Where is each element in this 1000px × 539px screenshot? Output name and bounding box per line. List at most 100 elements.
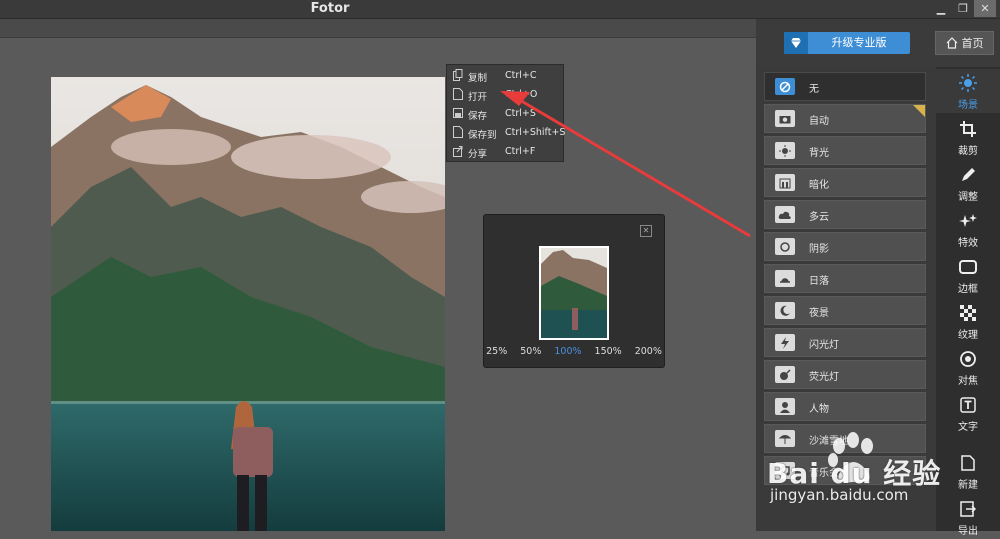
baidu-watermark: Bai du 经验 jingyan.baidu.com <box>765 424 1000 531</box>
shadow-icon <box>775 238 795 255</box>
scene-item-sunset[interactable]: 日落 <box>764 264 926 293</box>
fluorescent-icon <box>775 366 795 383</box>
tool-label: 调整 <box>958 192 978 203</box>
menu-item-share[interactable]: 分享 Ctrl+F <box>447 142 563 161</box>
menu-item-label: 保存到 <box>468 130 497 141</box>
minimize-button[interactable]: ▁ <box>930 0 952 17</box>
context-menu: 复制 Ctrl+C 打开 Ctrl+O 保存 Ctrl+S 保存到 Ctrl+S… <box>446 64 566 162</box>
scene-label: 日落 <box>809 276 829 287</box>
premium-star-icon <box>913 105 925 117</box>
scene-label: 夜景 <box>809 308 829 319</box>
scene-item-cloudy[interactable]: 多云 <box>764 200 926 229</box>
scene-label: 背光 <box>809 148 829 159</box>
text-icon <box>958 395 978 415</box>
scene-item-night[interactable]: 夜景 <box>764 296 926 325</box>
file-icon <box>453 88 463 100</box>
scene-label: 荧光灯 <box>809 372 839 383</box>
none-icon <box>775 78 795 95</box>
scene-item-portrait[interactable]: 人物 <box>764 392 926 421</box>
zoom-100[interactable]: 100% <box>554 346 581 357</box>
zoom-150[interactable]: 150% <box>595 346 622 357</box>
sunset-icon <box>775 270 795 287</box>
tool-adjust[interactable]: 调整 <box>936 161 1000 205</box>
tool-label: 纹理 <box>958 330 978 341</box>
scene-item-shadow[interactable]: 阴影 <box>764 232 926 261</box>
scene-label: 自动 <box>809 116 829 127</box>
focus-icon <box>958 349 978 369</box>
sun-icon <box>958 73 978 93</box>
menu-item-save-as[interactable]: 保存到 Ctrl+Shift+S <box>447 123 566 142</box>
menu-item-label: 复制 <box>468 73 488 84</box>
menu-item-shortcut: Ctrl+F <box>505 146 536 157</box>
zoom-50[interactable]: 50% <box>520 346 541 357</box>
tool-label: 对焦 <box>958 376 978 387</box>
app-title: Fotor <box>310 1 350 16</box>
upgrade-button[interactable]: 升级专业版 <box>784 32 910 54</box>
photo-canvas[interactable] <box>51 77 445 531</box>
tool-label: 裁剪 <box>958 146 978 157</box>
scene-label: 暗化 <box>809 180 829 191</box>
scene-item-darken[interactable]: 暗化 <box>764 168 926 197</box>
upgrade-label: 升级专业版 <box>831 36 887 49</box>
menu-item-label: 保存 <box>468 111 488 122</box>
watermark-url: jingyan.baidu.com <box>770 486 909 504</box>
flash-icon <box>775 334 795 351</box>
restore-button[interactable]: ❐ <box>952 0 974 17</box>
camera-icon <box>775 110 795 127</box>
scene-item-fluorescent[interactable]: 荧光灯 <box>764 360 926 389</box>
tool-focus[interactable]: 对焦 <box>936 345 1000 389</box>
menu-item-shortcut: Ctrl+O <box>505 89 538 100</box>
zoom-levels: 25% 50% 100% 150% 200% <box>484 346 664 357</box>
tool-label: 场景 <box>958 100 978 111</box>
sparkle-icon <box>958 211 978 231</box>
scene-item-auto[interactable]: 自动 <box>764 104 926 133</box>
title-bar: Fotor ▁ ❐ ✕ <box>0 0 1000 19</box>
scene-label: 无 <box>809 84 819 95</box>
zoom-200[interactable]: 200% <box>635 346 662 357</box>
scene-label: 人物 <box>809 404 829 415</box>
scene-label: 多云 <box>809 212 829 223</box>
darken-icon <box>775 174 795 191</box>
canvas-toolbar-strip <box>0 19 756 38</box>
backlight-icon <box>775 142 795 159</box>
menu-item-shortcut: Ctrl+C <box>505 70 537 81</box>
window-controls: ▁ ❐ ✕ <box>930 0 996 17</box>
tool-frame[interactable]: 边框 <box>936 253 1000 297</box>
navigator-popup: ✕ 25% 50% 100% 150% 200% <box>483 214 665 368</box>
menu-item-label: 打开 <box>468 92 488 103</box>
menu-item-label: 分享 <box>468 149 488 160</box>
tool-effects[interactable]: 特效 <box>936 207 1000 251</box>
portrait-icon <box>775 398 795 415</box>
scene-item-flash[interactable]: 闪光灯 <box>764 328 926 357</box>
menu-item-shortcut: Ctrl+Shift+S <box>505 127 566 138</box>
scene-label: 阴影 <box>809 244 829 255</box>
scene-item-none[interactable]: 无 <box>764 72 926 101</box>
scene-item-backlight[interactable]: 背光 <box>764 136 926 165</box>
menu-item-copy[interactable]: 复制 Ctrl+C <box>447 66 563 85</box>
scene-label: 闪光灯 <box>809 340 839 351</box>
pencil-icon <box>958 165 978 185</box>
home-icon <box>946 37 957 49</box>
diamond-icon <box>784 32 808 54</box>
zoom-25[interactable]: 25% <box>486 346 507 357</box>
home-button[interactable]: 首页 <box>935 31 994 55</box>
share-icon <box>453 146 463 157</box>
tool-label: 特效 <box>958 238 978 249</box>
close-button[interactable]: ✕ <box>974 0 996 17</box>
copy-icon <box>453 69 463 81</box>
navigator-thumbnail[interactable] <box>539 246 609 340</box>
menu-item-open[interactable]: 打开 Ctrl+O <box>447 85 563 104</box>
menu-item-save[interactable]: 保存 Ctrl+S <box>447 104 563 123</box>
texture-icon <box>958 303 978 323</box>
tool-texture[interactable]: 纹理 <box>936 299 1000 343</box>
home-label: 首页 <box>961 37 984 50</box>
frame-icon <box>958 257 978 277</box>
close-icon[interactable]: ✕ <box>640 225 652 237</box>
menu-item-shortcut: Ctrl+S <box>505 108 536 119</box>
tool-crop[interactable]: 裁剪 <box>936 115 1000 159</box>
tool-scene[interactable]: 场景 <box>936 69 1000 113</box>
save-as-icon <box>453 126 463 138</box>
save-icon <box>453 108 463 118</box>
landscape-photo <box>51 77 445 531</box>
tool-label: 边框 <box>958 284 978 295</box>
